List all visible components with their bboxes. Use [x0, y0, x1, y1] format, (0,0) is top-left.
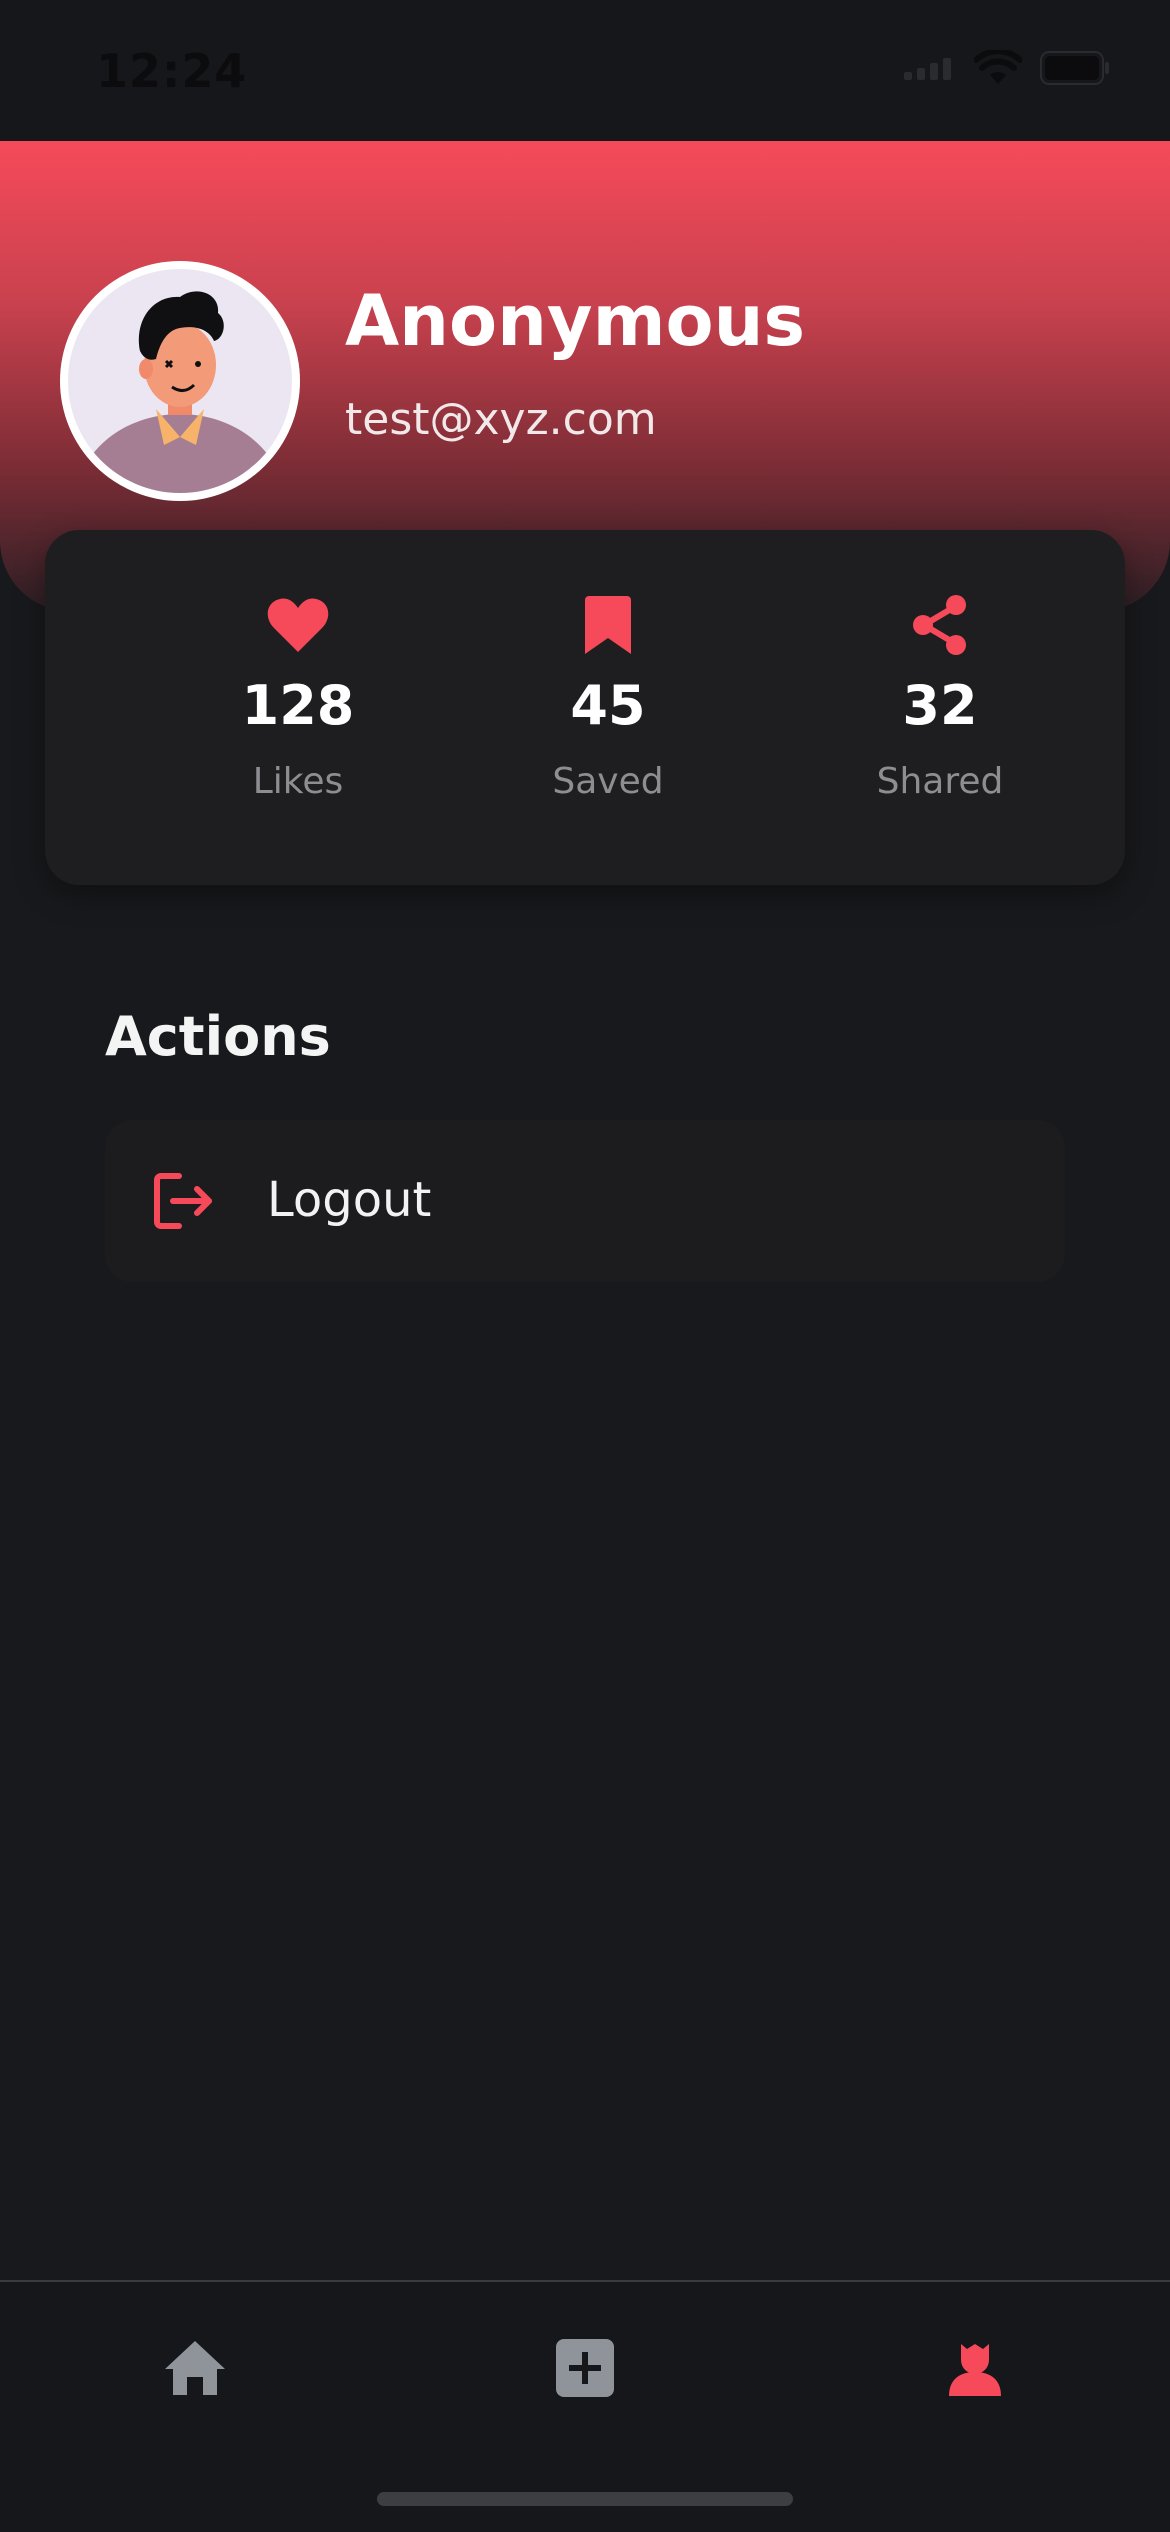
nav-home[interactable]: [135, 2310, 255, 2430]
profile-screen: 12:24 Anonymous test@xyz.com 128 Likes 4…: [0, 0, 1170, 2532]
stat-label: Likes: [252, 761, 344, 802]
stat-value: 32: [902, 674, 978, 737]
home-indicator: [377, 2492, 793, 2506]
logout-icon: [153, 1172, 215, 1234]
stat-label: Shared: [876, 761, 1004, 802]
wifi-icon: [973, 48, 1023, 90]
logout-button[interactable]: Logout: [105, 1120, 1065, 1282]
add-icon: [556, 2339, 614, 2401]
share-icon: [810, 590, 1070, 660]
home-icon: [163, 2339, 227, 2401]
stat-label: Saved: [552, 761, 664, 802]
profile-icon: [947, 2340, 1003, 2400]
avatar-illustration: [68, 269, 292, 493]
stat-value: 128: [241, 674, 355, 737]
bookmark-icon: [478, 590, 738, 660]
profile-name: Anonymous: [345, 280, 806, 362]
status-icons: [904, 48, 1110, 90]
nav-add[interactable]: [525, 2310, 645, 2430]
heart-icon: [168, 590, 428, 660]
profile-email: test@xyz.com: [345, 394, 657, 445]
stats-card: 128 Likes 45 Saved 32 Shared: [45, 530, 1125, 885]
avatar: [60, 261, 300, 501]
status-time: 12:24: [96, 44, 248, 98]
cellular-signal-icon: [904, 56, 956, 84]
nav-profile[interactable]: [915, 2310, 1035, 2430]
status-bar: 12:24: [0, 0, 1170, 141]
stat-likes[interactable]: 128 Likes: [168, 590, 428, 802]
avatar-person-icon: [75, 291, 285, 493]
stat-saved[interactable]: 45 Saved: [478, 590, 738, 802]
logout-label: Logout: [267, 1172, 432, 1228]
stat-value: 45: [570, 674, 646, 737]
actions-title: Actions: [105, 1005, 331, 1068]
stat-shared[interactable]: 32 Shared: [810, 590, 1070, 802]
battery-icon: [1040, 51, 1110, 89]
